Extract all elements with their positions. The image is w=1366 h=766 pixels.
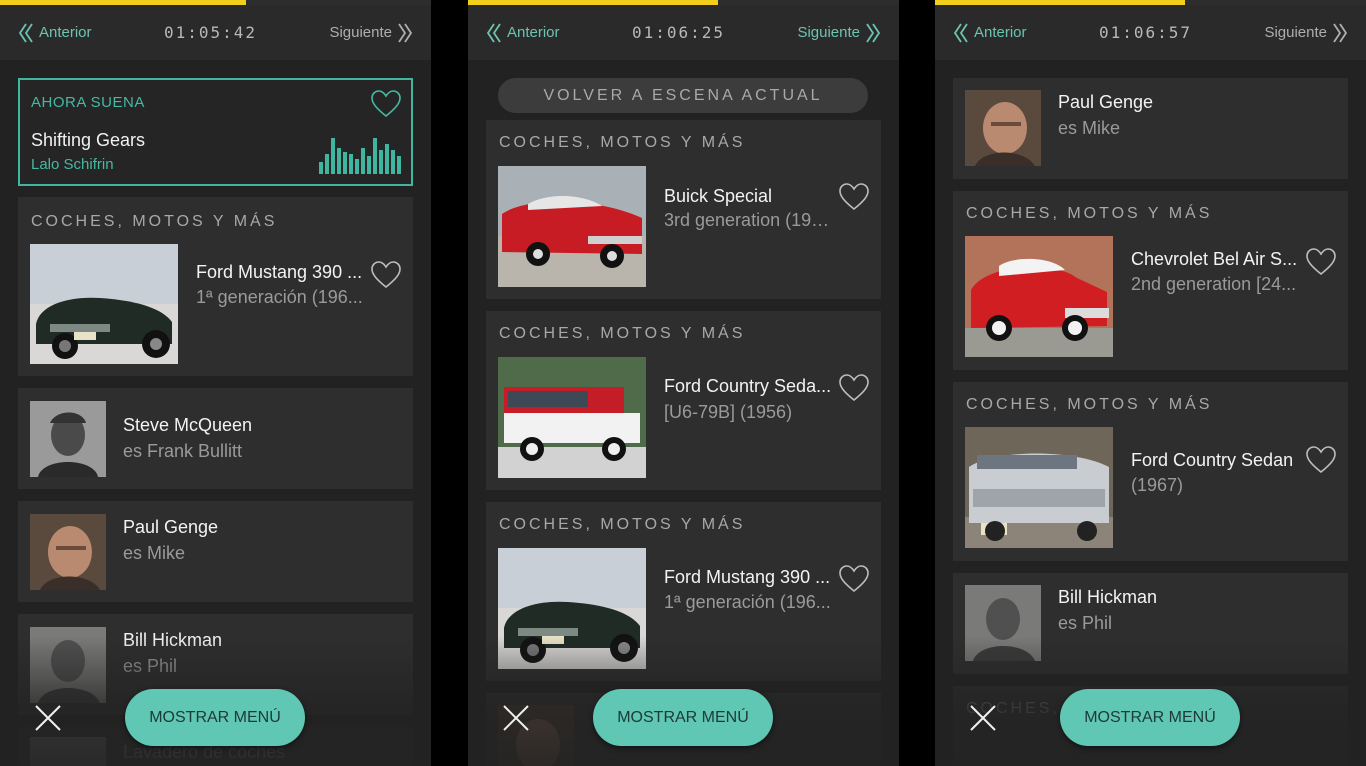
chevrons-right-icon <box>866 23 881 42</box>
chevrons-right-icon <box>1333 23 1348 42</box>
song-title: Shifting Gears <box>31 130 146 150</box>
list-item[interactable]: COCHES, MOTOS Y MÁS Ford Mustang 390 ...… <box>486 502 881 681</box>
section-label: COCHES, MOTOS Y MÁS <box>499 134 746 151</box>
section-label: COCHES, MOTOS Y MÁS <box>499 325 746 342</box>
equalizer-icon <box>319 134 401 174</box>
list-item[interactable]: COCHES, MOTOS Y MÁS Chevrolet Bel Air S.… <box>953 191 1348 370</box>
item-title: Ford Mustang 390 ... <box>664 567 831 587</box>
next-button[interactable]: Siguiente <box>797 23 881 43</box>
list-item[interactable]: Bill Hickman es Phil <box>953 573 1348 674</box>
next-button[interactable]: Siguiente <box>1264 23 1348 43</box>
previous-button[interactable]: Anterior <box>953 23 1027 43</box>
item-subtitle: [U6-79B] (1956) <box>664 402 793 422</box>
now-playing-card[interactable]: AHORA SUENA Shifting Gears Lalo Schifrin <box>18 78 413 186</box>
chevrons-left-icon <box>18 23 33 42</box>
actor-photo <box>30 401 106 477</box>
actor-photo <box>965 90 1041 166</box>
heart-icon[interactable] <box>371 90 401 118</box>
actor-photo <box>965 585 1041 661</box>
list-item[interactable]: COCHES, MOTOS Y MÁS Buick Special 3rd ge… <box>486 120 881 299</box>
actor-photo <box>30 627 106 703</box>
scene-list[interactable]: AHORA SUENA Shifting Gears Lalo Schifrin… <box>0 60 431 766</box>
timecode: 01:05:42 <box>163 23 258 42</box>
scene-list[interactable]: Paul Genge es Mike COCHES, MOTOS Y MÁS C… <box>935 60 1366 766</box>
next-button[interactable]: Siguiente <box>329 23 413 43</box>
show-menu-button[interactable]: MOSTRAR MENÚ <box>1060 689 1240 746</box>
item-subtitle: 2nd generation [24... <box>1131 274 1297 294</box>
chevrons-right-icon <box>398 23 413 42</box>
section-label: COCHES, MOTOS Y MÁS <box>499 516 746 533</box>
chevrons-left-icon <box>953 23 968 42</box>
scene-list[interactable]: VOLVER A ESCENA ACTUAL COCHES, MOTOS Y M… <box>468 60 899 766</box>
car-thumbnail <box>498 166 646 287</box>
chevrons-left-icon <box>486 23 501 42</box>
heart-icon[interactable] <box>1306 248 1336 276</box>
screen-1: Anterior 01:05:42 Siguiente AHORA SUENA … <box>0 0 431 766</box>
top-bar: Anterior 01:06:25 Siguiente <box>468 5 899 60</box>
previous-label: Anterior <box>39 24 92 41</box>
list-item[interactable]: Steve McQueen es Frank Bullitt <box>18 388 413 489</box>
top-bar: Anterior 01:06:57 Siguiente <box>935 5 1366 60</box>
car-thumbnail <box>965 236 1113 357</box>
back-to-current-scene-button[interactable]: VOLVER A ESCENA ACTUAL <box>498 78 868 113</box>
previous-button[interactable]: Anterior <box>486 23 560 43</box>
item-subtitle: (1967) <box>1131 475 1184 495</box>
section-label: COCHES, MOTOS Y MÁS <box>966 396 1213 413</box>
timecode: 01:06:57 <box>1098 23 1193 42</box>
next-label: Siguiente <box>329 24 392 41</box>
item-title: Bill Hickman <box>1058 587 1158 607</box>
item-title: Paul Genge <box>123 517 219 537</box>
item-subtitle: 3rd generation (196... <box>664 210 834 230</box>
car-thumbnail <box>30 244 178 364</box>
close-icon[interactable] <box>502 704 530 732</box>
section-label: COCHES, MOTOS Y MÁS <box>31 213 278 230</box>
scene-thumbnail <box>30 737 106 766</box>
show-menu-button[interactable]: MOSTRAR MENÚ <box>125 689 305 746</box>
heart-icon[interactable] <box>839 565 869 593</box>
heart-icon[interactable] <box>371 261 401 289</box>
previous-button[interactable]: Anterior <box>18 23 92 43</box>
item-title: Bill Hickman <box>123 630 223 650</box>
heart-icon[interactable] <box>839 183 869 211</box>
car-thumbnail <box>965 427 1113 548</box>
previous-label: Anterior <box>507 24 560 41</box>
top-bar: Anterior 01:05:42 Siguiente <box>0 5 431 60</box>
next-label: Siguiente <box>797 24 860 41</box>
item-subtitle: es Mike <box>1058 118 1121 138</box>
heart-icon[interactable] <box>839 374 869 402</box>
now-playing-label: AHORA SUENA <box>31 94 145 111</box>
list-item[interactable]: COCHES, MOTOS Y MÁS Ford Mustang 390 ...… <box>18 197 413 376</box>
car-thumbnail <box>498 357 646 478</box>
item-subtitle: es Phil <box>1058 613 1113 633</box>
item-title: Ford Mustang 390 ... <box>196 262 363 282</box>
previous-label: Anterior <box>974 24 1027 41</box>
list-item[interactable]: COCHES, MOTOS Y MÁS Ford Country Sedan (… <box>953 382 1348 561</box>
item-subtitle: es Mike <box>123 543 186 563</box>
list-item[interactable]: Paul Genge es Mike <box>953 78 1348 179</box>
song-artist: Lalo Schifrin <box>31 156 114 173</box>
list-item[interactable]: COCHES, MOTOS Y MÁS Ford Country Seda...… <box>486 311 881 490</box>
screen-2: Anterior 01:06:25 Siguiente VOLVER A ESC… <box>468 0 899 766</box>
screen-3: Anterior 01:06:57 Siguiente Paul Genge e… <box>935 0 1366 766</box>
heart-icon[interactable] <box>1306 446 1336 474</box>
item-subtitle: 1ª generación (196... <box>664 592 831 612</box>
actor-photo <box>30 514 106 590</box>
close-icon[interactable] <box>969 704 997 732</box>
next-label: Siguiente <box>1264 24 1327 41</box>
timecode: 01:06:25 <box>631 23 726 42</box>
section-label: COCHES, MOTOS Y MÁS <box>966 205 1213 222</box>
item-title: Steve McQueen <box>123 415 253 435</box>
item-title: Ford Country Sedan <box>1131 450 1294 470</box>
item-title: Paul Genge <box>1058 92 1154 112</box>
item-subtitle: es Frank Bullitt <box>123 441 243 461</box>
item-title: Ford Country Seda... <box>664 376 832 396</box>
list-item[interactable]: Paul Genge es Mike <box>18 501 413 602</box>
car-thumbnail <box>498 548 646 669</box>
close-icon[interactable] <box>34 704 62 732</box>
item-subtitle: es Phil <box>123 656 178 676</box>
item-title: Chevrolet Bel Air S... <box>1131 249 1298 269</box>
item-title: Buick Special <box>664 186 773 206</box>
item-subtitle: 1ª generación (196... <box>196 287 363 307</box>
show-menu-button[interactable]: MOSTRAR MENÚ <box>593 689 773 746</box>
